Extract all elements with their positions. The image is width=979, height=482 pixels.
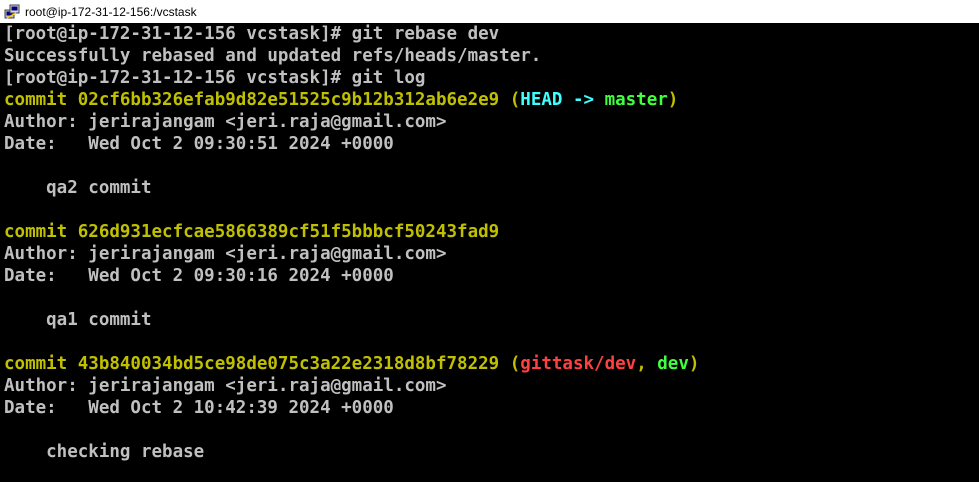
terminal-text-segment: gittask/dev	[520, 354, 637, 374]
terminal-text-segment: checking rebase	[4, 442, 205, 462]
title-bar[interactable]: root@ip-172-31-12-156:/vcstask	[0, 0, 979, 23]
terminal-line: Date: Wed Oct 2 10:42:39 2024 +0000	[4, 397, 979, 419]
terminal-text-segment: qa2 commit	[4, 178, 152, 198]
terminal-text-segment: (	[509, 354, 521, 374]
terminal-text-segment: )	[688, 354, 700, 374]
terminal-text-segment: ,	[636, 354, 658, 374]
terminal-text-segment: (	[509, 90, 521, 110]
terminal-text-segment: Date: Wed Oct 2 09:30:16 2024 +0000	[4, 266, 394, 286]
terminal-line: qa1 commit	[4, 309, 979, 331]
terminal-text-segment: [root@ip-172-31-12-156 vcstask]# git log	[4, 68, 426, 88]
terminal-line: commit 626d931ecfcae5866389cf51f5bbbcf50…	[4, 221, 979, 243]
terminal-text-segment: commit 02cf6bb326efab9d82e51525c9b12b312…	[4, 90, 510, 110]
terminal-text-segment: qa1 commit	[4, 310, 152, 330]
terminal-line: Date: Wed Oct 2 09:30:16 2024 +0000	[4, 265, 979, 287]
terminal-text-segment: Successfully rebased and updated refs/he…	[4, 46, 542, 66]
terminal-text-segment: [root@ip-172-31-12-156 vcstask]# git reb…	[4, 24, 500, 44]
terminal-text-segment: commit 626d931ecfcae5866389cf51f5bbbcf50…	[4, 222, 500, 242]
terminal-line: qa2 commit	[4, 177, 979, 199]
terminal-line: Date: Wed Oct 2 09:30:51 2024 +0000	[4, 133, 979, 155]
terminal-text-segment: master	[604, 90, 668, 110]
terminal-text-segment: HEAD ->	[520, 90, 605, 110]
terminal-line: commit 02cf6bb326efab9d82e51525c9b12b312…	[4, 89, 979, 111]
terminal-text-segment: commit 43b840034bd5ce98de075c3a22e2318d8…	[4, 354, 510, 374]
putty-terminal-icon[interactable]	[4, 4, 20, 20]
terminal-text-segment: Author: jerirajangam <jeri.raja@gmail.co…	[4, 244, 447, 264]
terminal-text-segment: )	[667, 90, 679, 110]
terminal-text-segment: Date: Wed Oct 2 09:30:51 2024 +0000	[4, 134, 394, 154]
terminal-output[interactable]: [root@ip-172-31-12-156 vcstask]# git reb…	[0, 23, 979, 482]
terminal-line: checking rebase	[4, 441, 979, 463]
terminal-text-segment: dev	[657, 354, 689, 374]
terminal-text-segment: Date: Wed Oct 2 10:42:39 2024 +0000	[4, 398, 394, 418]
terminal-line: Successfully rebased and updated refs/he…	[4, 45, 979, 67]
terminal-line: commit 43b840034bd5ce98de075c3a22e2318d8…	[4, 353, 979, 375]
window-title: root@ip-172-31-12-156:/vcstask	[25, 4, 197, 19]
terminal-window: root@ip-172-31-12-156:/vcstask [root@ip-…	[0, 0, 979, 482]
terminal-text-segment: Author: jerirajangam <jeri.raja@gmail.co…	[4, 376, 447, 396]
terminal-line: Author: jerirajangam <jeri.raja@gmail.co…	[4, 243, 979, 265]
terminal-text-segment: Author: jerirajangam <jeri.raja@gmail.co…	[4, 112, 447, 132]
terminal-line: [root@ip-172-31-12-156 vcstask]# git reb…	[4, 23, 979, 45]
terminal-line: [root@ip-172-31-12-156 vcstask]# git log	[4, 67, 979, 89]
terminal-line: Author: jerirajangam <jeri.raja@gmail.co…	[4, 111, 979, 133]
terminal-line: Author: jerirajangam <jeri.raja@gmail.co…	[4, 375, 979, 397]
